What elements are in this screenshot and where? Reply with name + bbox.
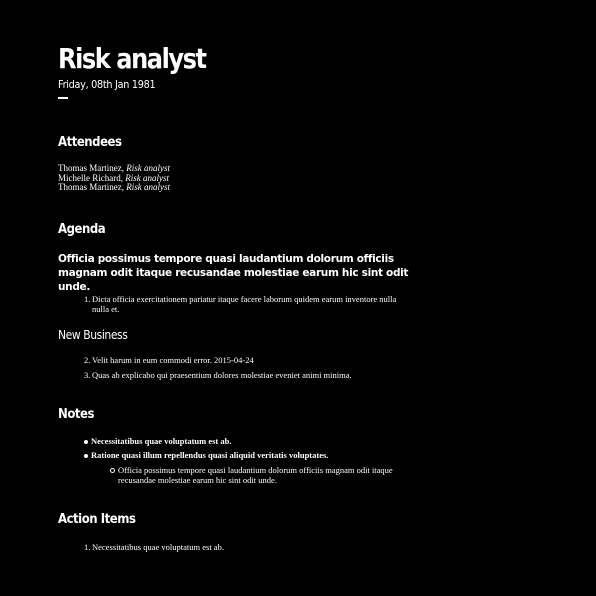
new-business-item-number: 2. bbox=[84, 355, 91, 365]
minutes-page: Risk analyst Friday, 08th Jan 1981 Atten… bbox=[0, 0, 596, 596]
meeting-date: Friday, 08th Jan 1981 bbox=[58, 78, 156, 91]
notes-item: Necessitatibus quae voluptatum est ab. bbox=[84, 436, 404, 446]
notes-subitem-text: Officia possimus tempore quasi laudantiu… bbox=[118, 465, 393, 485]
action-item-text: Necessitatibus quae voluptatum est ab. bbox=[92, 542, 224, 552]
new-business-item-text: Velit harum in eum commodi error. 2015-0… bbox=[92, 355, 254, 365]
notes-item: Ratione quasi illum repellendus quasi al… bbox=[84, 450, 404, 460]
bullet-icon bbox=[84, 454, 88, 459]
agenda-lead: Officia possimus tempore quasi laudantiu… bbox=[58, 253, 409, 293]
new-business-item-text: Quas ab explicabo qui praesentium dolore… bbox=[92, 370, 352, 380]
attendee-name: Thomas Martinez bbox=[58, 182, 122, 192]
new-business-heading: New Business bbox=[58, 328, 128, 342]
agenda-item-text: Dicta officia exercitationem pariatur it… bbox=[92, 294, 397, 314]
attendee-role: Risk analyst bbox=[125, 172, 169, 183]
attendees-list: Thomas Martinez, Risk analyst Michelle R… bbox=[58, 163, 170, 193]
circle-bullet-icon bbox=[110, 468, 115, 473]
agenda-heading: Agenda bbox=[58, 222, 106, 237]
attendee-role: Risk analyst bbox=[126, 163, 170, 173]
attendees-heading: Attendees bbox=[58, 135, 122, 150]
attendee-role: Risk analyst bbox=[126, 182, 170, 192]
page-title: Risk analyst bbox=[58, 42, 207, 75]
notes-item-text: Ratione quasi illum repellendus quasi al… bbox=[91, 450, 329, 460]
bullet-icon bbox=[84, 440, 88, 445]
title-divider bbox=[58, 97, 68, 99]
attendee-name: Michelle Richard bbox=[58, 172, 121, 183]
notes-heading: Notes bbox=[58, 407, 94, 422]
action-item-number: 1. bbox=[84, 542, 91, 552]
new-business-item-number: 3. bbox=[84, 370, 91, 380]
agenda-item-number: 1. bbox=[84, 294, 91, 304]
attendee-name: Thomas Martinez bbox=[58, 163, 122, 173]
action-items-heading: Action Items bbox=[58, 512, 136, 527]
notes-item-text: Necessitatibus quae voluptatum est ab. bbox=[91, 436, 232, 446]
attendee-row: Thomas Martinez, Risk analyst bbox=[58, 182, 170, 193]
